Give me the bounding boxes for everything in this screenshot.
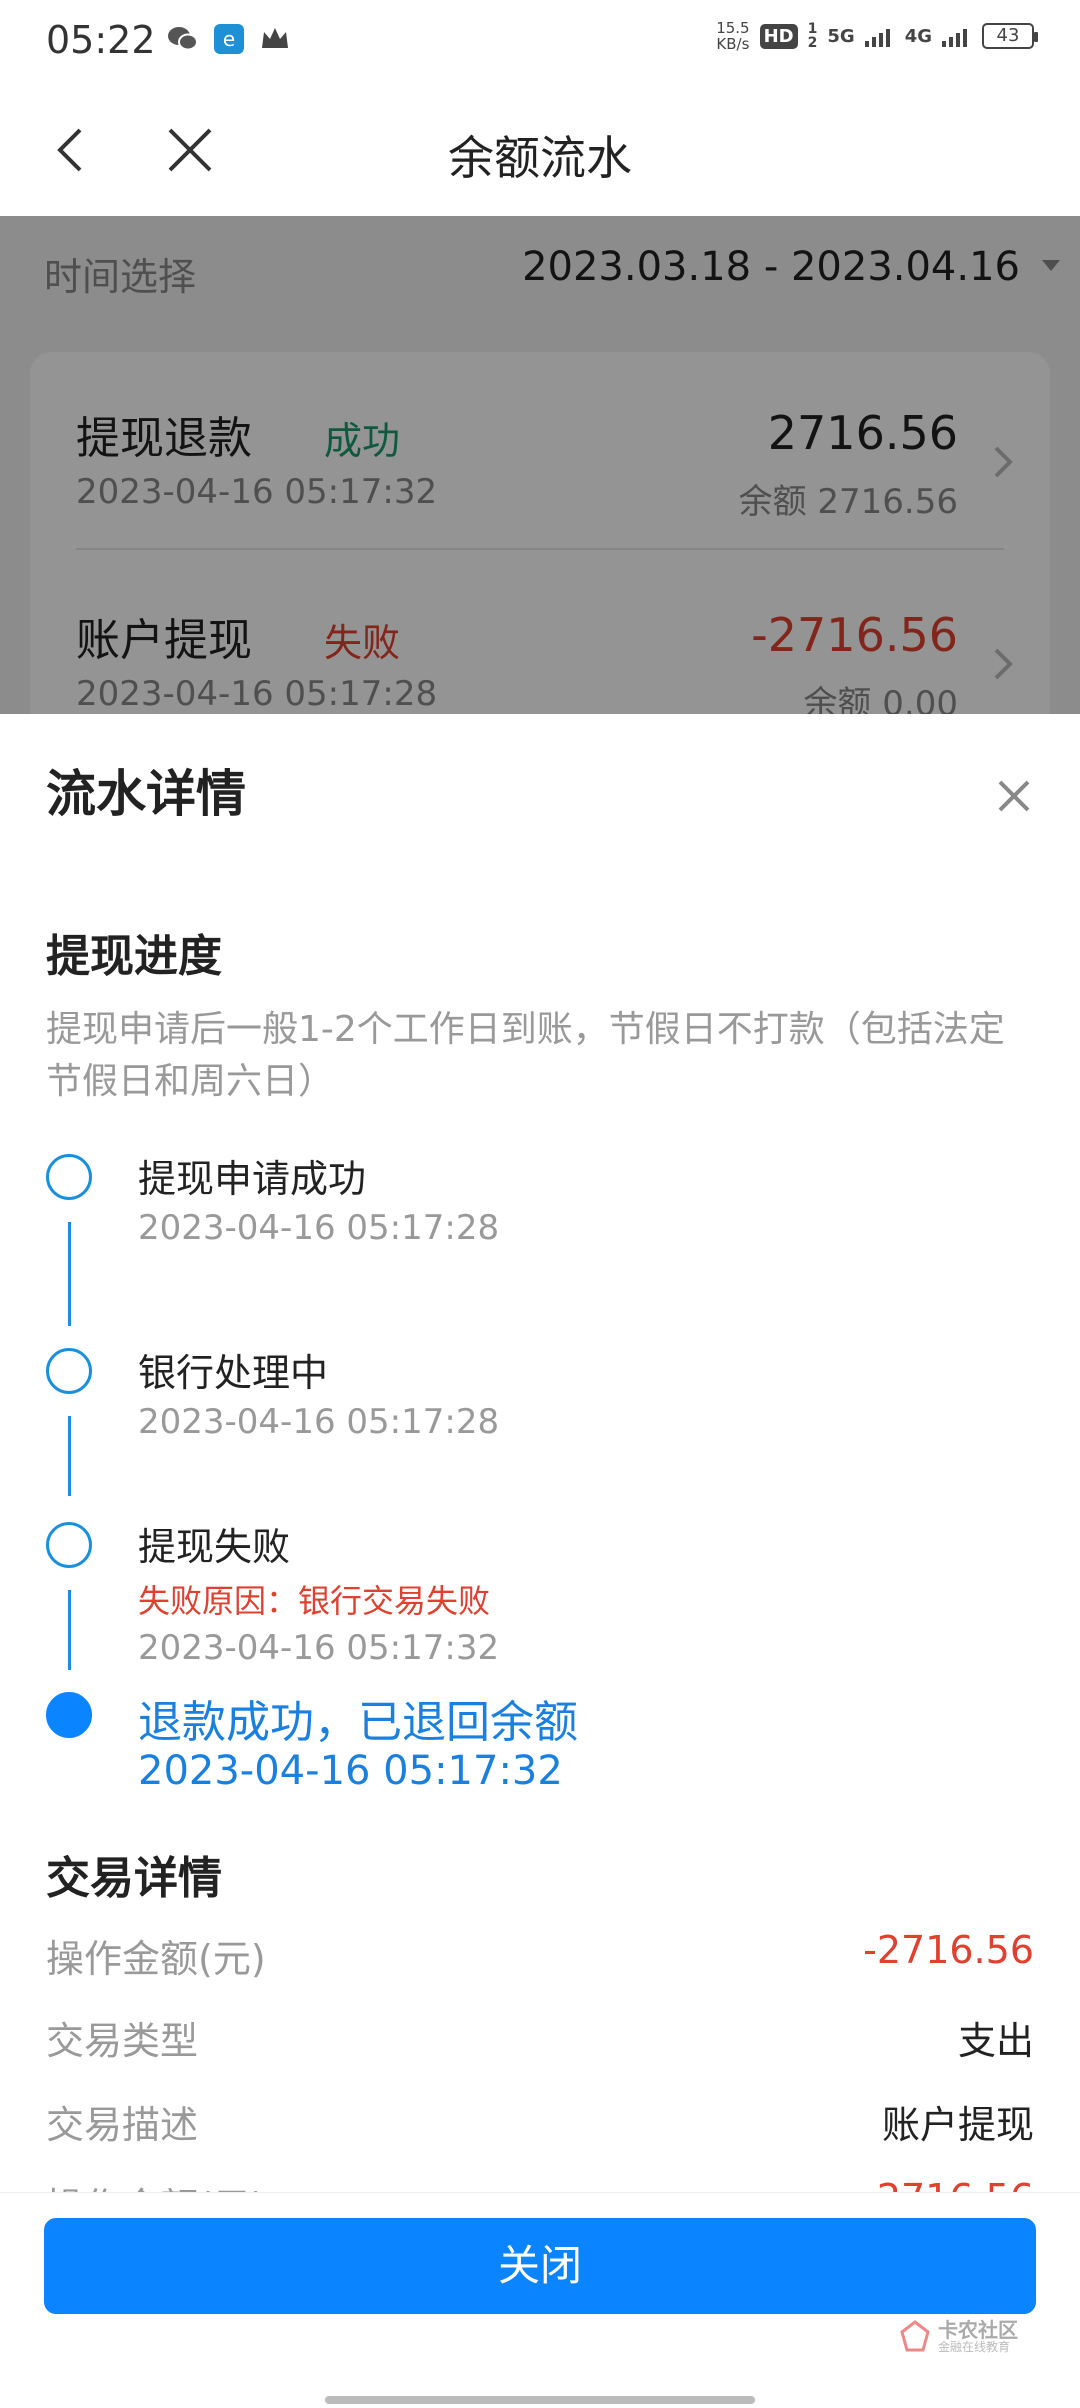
detail-sheet: 流水详情 提现进度 提现申请后一般1-2个工作日到账，节假日不打款（包括法定节假… [0, 714, 1080, 2408]
status-time: 05:22 [46, 18, 156, 62]
step-label: 银行处理中 [138, 1351, 329, 1395]
step-label: 提现失败 [138, 1525, 291, 1569]
close-button[interactable]: 关闭 [44, 2218, 1036, 2314]
wechat-icon [168, 27, 198, 51]
4g-signal-icon: 4G [904, 25, 932, 47]
net-speed: 15.5 KB/s [716, 19, 750, 53]
step-circle-icon [46, 1348, 92, 1394]
home-indicator[interactable] [325, 2396, 755, 2404]
battery-icon: 43 [982, 23, 1038, 49]
timeline-connector [68, 1222, 71, 1326]
step-time-current: 2023-04-16 05:17:32 [138, 1748, 563, 1794]
step-time: 2023-04-16 05:17:28 [138, 1208, 500, 1248]
detail-value: -2716.56 [863, 1928, 1034, 1972]
detail-label: 交易类型 [46, 2019, 199, 2063]
app-notification-icon: e [214, 24, 244, 54]
progress-section-title: 提现进度 [46, 931, 222, 982]
status-notification-icons: e [166, 22, 292, 56]
5g-signal-icon: 5G [827, 25, 855, 47]
detail-section-title: 交易详情 [46, 1853, 222, 1904]
detail-label: 操作金额(元) [46, 1937, 266, 1981]
nav-bar: 余额流水 [0, 84, 1080, 216]
close-icon[interactable] [992, 774, 1036, 818]
sheet-title: 流水详情 [46, 765, 246, 823]
detail-value: 账户提现 [881, 2103, 1034, 2147]
watermark-logo-icon [900, 2320, 930, 2352]
progress-description: 提现申请后一般1-2个工作日到账，节假日不打款（包括法定节假日和周六日） [46, 1009, 1005, 1102]
signal-bars-icon [942, 29, 967, 47]
watermark: 卡农社区 金融在线教育 [898, 2314, 1028, 2364]
detail-value: 支出 [957, 2019, 1034, 2063]
detail-label: 交易描述 [46, 2103, 199, 2147]
timeline-connector [68, 1590, 71, 1670]
hd-icon: HD [759, 23, 798, 49]
svg-text:e: e [223, 27, 235, 51]
step-label-current: 退款成功，已退回余额 [138, 1697, 578, 1748]
step-circle-icon [46, 1522, 92, 1568]
step-label: 提现申请成功 [138, 1157, 367, 1201]
timeline-connector [68, 1416, 71, 1496]
step-circle-icon [46, 1154, 92, 1200]
watermark-subtext: 金融在线教育 [938, 2340, 1011, 2354]
failure-reason: 失败原因：银行交易失败 [138, 1582, 491, 1620]
signal-bars-icon [864, 29, 890, 47]
status-system-icons: 15.5 KB/s HD 1 2 5G 4G 43 [716, 19, 1038, 53]
sim-indicator: 1 2 [807, 21, 818, 51]
crown-icon [262, 28, 288, 48]
page-title: 余额流水 [448, 131, 632, 185]
step-circle-filled-icon [46, 1692, 92, 1738]
modal-overlay[interactable] [0, 216, 1080, 714]
step-time: 2023-04-16 05:17:32 [138, 1628, 500, 1668]
status-bar: 05:22 e 15.5 KB/s HD 1 2 5G 4G 43 [0, 0, 1080, 84]
step-time: 2023-04-16 05:17:28 [138, 1402, 500, 1442]
